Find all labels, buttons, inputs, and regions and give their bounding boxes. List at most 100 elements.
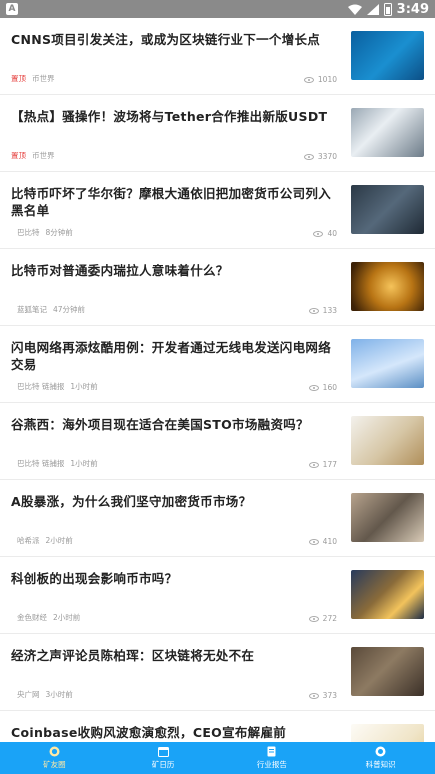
article-item[interactable]: Coinbase收购风波愈演愈烈，CEO宣布解雇前Hacking Team成员 [0, 711, 435, 742]
eye-icon [308, 538, 319, 545]
tab-knowledge[interactable]: 科普知识 [326, 742, 435, 774]
article-meta: 央广网 3小时前 [11, 689, 73, 700]
signal-icon [366, 3, 379, 15]
tab-label: 行业报告 [256, 760, 287, 769]
article-thumbnail[interactable] [351, 416, 424, 465]
view-count: 40 [313, 229, 337, 238]
article-item[interactable]: CNNS项目引发关注，或成为区块链行业下一个增长点 置顶 币世界 1010 [0, 18, 435, 95]
view-count-value: 373 [322, 691, 337, 700]
calendar-icon [157, 747, 169, 757]
article-meta: 巴比特 链捕报 1小时前 [11, 458, 98, 469]
view-count: 272 [308, 614, 337, 623]
article-item[interactable]: 【热点】骚操作！波场将与Tether合作推出新版USDT 置顶 币世界 3370 [0, 95, 435, 172]
article-thumbnail[interactable] [351, 724, 424, 742]
view-count-value: 3370 [317, 152, 337, 161]
article-meta: 金色财经 2小时前 [11, 612, 80, 623]
article-source: 巴比特 链捕报 [17, 382, 65, 391]
view-count-value: 410 [322, 537, 337, 546]
article-thumbnail[interactable] [351, 570, 424, 619]
view-count: 1010 [303, 75, 337, 84]
view-count: 410 [308, 537, 337, 546]
article-title[interactable]: 比特币吓坏了华尔街？摩根大通依旧把加密货币公司列入黑名单 [11, 186, 339, 219]
pinned-tag: 置顶 [11, 151, 26, 160]
article-meta: 置顶 币世界 [11, 73, 61, 84]
article-title[interactable]: 比特币对普通委内瑞拉人意味着什么？ [11, 263, 339, 280]
article-time: 3小时前 [45, 690, 73, 699]
tab-label: 科普知识 [365, 760, 396, 769]
article-title[interactable]: CNNS项目引发关注，或成为区块链行业下一个增长点 [11, 32, 339, 49]
app-notification-icon: A [6, 3, 18, 15]
article-meta: 巴比特 8分钟前 [11, 227, 73, 238]
article-source: 蓝狐笔记 [17, 305, 47, 314]
eye-icon [303, 153, 314, 160]
coin-icon [49, 746, 60, 757]
article-item[interactable]: 谷燕西：海外项目现在适合在美国STO市场融资吗？ 巴比特 链捕报 1小时前 17… [0, 403, 435, 480]
knowledge-icon [375, 746, 386, 757]
article-source: 央广网 [17, 690, 40, 699]
view-count-value: 133 [322, 306, 337, 315]
view-count: 133 [308, 306, 337, 315]
article-source: 哈希派 [17, 536, 40, 545]
article-title[interactable]: A股暴涨，为什么我们坚守加密货币市场？ [11, 494, 339, 511]
article-thumbnail[interactable] [351, 339, 424, 388]
tab-miner-circle[interactable]: 矿友圈 [0, 742, 109, 774]
article-meta: 置顶 币世界 [11, 150, 61, 161]
report-icon [267, 746, 276, 757]
article-source: 金色财经 [17, 613, 47, 622]
article-title[interactable]: 经济之声评论员陈柏珲：区块链将无处不在 [11, 648, 339, 665]
status-time: 3:49 [396, 1, 429, 17]
article-title[interactable]: 【热点】骚操作！波场将与Tether合作推出新版USDT [11, 109, 339, 126]
article-source: 巴比特 链捕报 [17, 459, 65, 468]
article-meta: 哈希派 2小时前 [11, 535, 73, 546]
eye-icon [308, 307, 319, 314]
article-thumbnail[interactable] [351, 108, 424, 157]
article-thumbnail[interactable] [351, 493, 424, 542]
article-time: 2小时前 [45, 536, 73, 545]
eye-icon [308, 384, 319, 391]
article-time: 1小时前 [70, 459, 98, 468]
view-count-value: 1010 [317, 75, 337, 84]
article-time: 8分钟前 [45, 228, 73, 237]
battery-icon [383, 2, 392, 16]
eye-icon [313, 230, 324, 237]
wifi-icon [347, 4, 362, 15]
article-title[interactable]: Coinbase收购风波愈演愈烈，CEO宣布解雇前Hacking Team成员 [11, 725, 339, 742]
article-item[interactable]: A股暴涨，为什么我们坚守加密货币市场？ 哈希派 2小时前 410 [0, 480, 435, 557]
status-bar: A 3:49 [0, 0, 435, 18]
eye-icon [303, 76, 314, 83]
article-title[interactable]: 闪电网络再添炫酷用例：开发者通过无线电发送闪电网络交易 [11, 340, 339, 373]
view-count: 373 [308, 691, 337, 700]
bottom-navigation: 矿友圈 矿日历 行业报告 科普知识 [0, 742, 435, 774]
article-item[interactable]: 比特币吓坏了华尔街？摩根大通依旧把加密货币公司列入黑名单 巴比特 8分钟前 40 [0, 172, 435, 249]
article-item[interactable]: 科创板的出现会影响币市吗？ 金色财经 2小时前 272 [0, 557, 435, 634]
view-count: 177 [308, 460, 337, 469]
article-source: 巴比特 [17, 228, 40, 237]
eye-icon [308, 615, 319, 622]
article-item[interactable]: 经济之声评论员陈柏珲：区块链将无处不在 央广网 3小时前 373 [0, 634, 435, 711]
status-indicators: 3:49 [347, 1, 429, 17]
article-thumbnail[interactable] [351, 31, 424, 80]
article-time: 1小时前 [70, 382, 98, 391]
article-time: 2小时前 [53, 613, 81, 622]
article-item[interactable]: 比特币对普通委内瑞拉人意味着什么？ 蓝狐笔记 47分钟前 133 [0, 249, 435, 326]
article-meta: 蓝狐笔记 47分钟前 [11, 304, 85, 315]
article-thumbnail[interactable] [351, 262, 424, 311]
article-item[interactable]: 闪电网络再添炫酷用例：开发者通过无线电发送闪电网络交易 巴比特 链捕报 1小时前… [0, 326, 435, 403]
eye-icon [308, 461, 319, 468]
view-count-value: 160 [322, 383, 337, 392]
article-source: 币世界 [32, 74, 55, 83]
article-thumbnail[interactable] [351, 185, 424, 234]
tab-industry-report[interactable]: 行业报告 [218, 742, 327, 774]
tab-label: 矿日历 [151, 760, 175, 769]
tab-label: 矿友圈 [43, 760, 66, 769]
pinned-tag: 置顶 [11, 74, 26, 83]
view-count: 3370 [303, 152, 337, 161]
article-feed[interactable]: CNNS项目引发关注，或成为区块链行业下一个增长点 置顶 币世界 1010 【热… [0, 18, 435, 742]
view-count-value: 177 [322, 460, 337, 469]
article-title[interactable]: 谷燕西：海外项目现在适合在美国STO市场融资吗？ [11, 417, 339, 434]
article-thumbnail[interactable] [351, 647, 424, 696]
tab-mining-calendar[interactable]: 矿日历 [109, 742, 218, 774]
article-title[interactable]: 科创板的出现会影响币市吗？ [11, 571, 339, 588]
eye-icon [308, 692, 319, 699]
article-source: 币世界 [32, 151, 55, 160]
